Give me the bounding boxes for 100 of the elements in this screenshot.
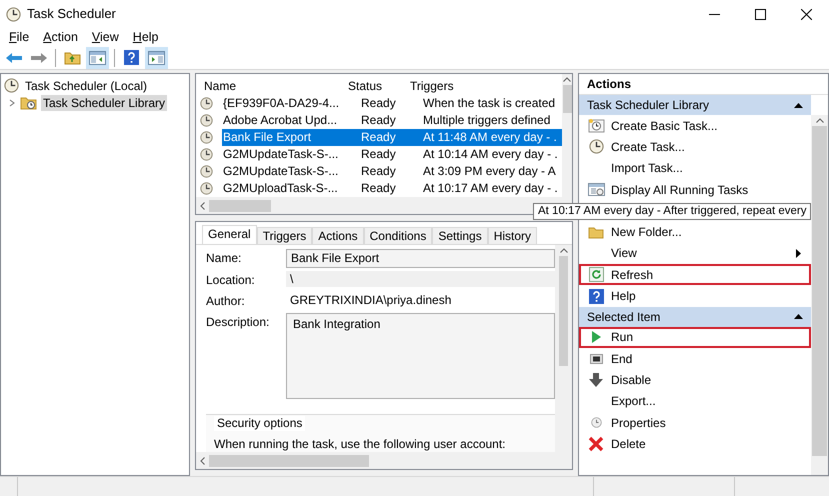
field-label: Author: (206, 293, 246, 310)
scrollbar-thumb[interactable] (812, 126, 827, 456)
scroll-up-icon[interactable] (816, 118, 824, 123)
vertical-scrollbar[interactable] (555, 245, 572, 452)
task-list-icon (588, 183, 604, 196)
vertical-scrollbar[interactable] (562, 74, 572, 197)
name-field[interactable]: Bank File Export (286, 249, 555, 268)
status-cell[interactable]: Ready (360, 146, 422, 163)
toolbar-button[interactable] (86, 46, 109, 68)
task-name-cell[interactable]: G2MUpdateTask-S-... (222, 146, 360, 163)
scrollbar-thumb[interactable] (209, 454, 369, 466)
command-link[interactable]: Delete (579, 433, 811, 454)
help-icon (124, 50, 139, 65)
command-link[interactable]: Run (579, 326, 811, 348)
clock-icon (200, 114, 213, 127)
forward-arrow-icon (30, 52, 48, 64)
command-link[interactable]: Export... (579, 390, 811, 412)
tab[interactable]: Actions (312, 227, 364, 244)
trigger-cell[interactable]: At 3:09 PM every day - A (422, 163, 562, 180)
trigger-cell[interactable]: At 10:14 AM every day - . (422, 146, 562, 163)
folder-icon (64, 50, 81, 65)
command-link[interactable]: Help (579, 285, 811, 307)
scrollbar-thumb[interactable] (559, 256, 568, 366)
help-icon (588, 288, 604, 304)
maximize-icon (754, 8, 766, 20)
command-link[interactable]: New Folder... (579, 221, 811, 243)
tab[interactable]: History (488, 227, 538, 244)
description-field[interactable]: Bank Integration (286, 313, 555, 399)
status-cell[interactable]: Ready (360, 163, 422, 180)
expand-chevron-icon[interactable] (8, 98, 16, 106)
scroll-left-icon[interactable] (200, 456, 205, 464)
tree-item[interactable]: Task Scheduler Library (41, 94, 168, 110)
command-link[interactable]: Display All Running Tasks (579, 178, 811, 200)
tooltip: At 10:17 AM every day - After triggered, repeat every (533, 203, 812, 220)
group-header[interactable]: Task Scheduler Library (579, 95, 811, 115)
scroll-up-icon[interactable] (563, 77, 571, 82)
toolbar-button[interactable] (145, 46, 168, 68)
clock-icon (590, 417, 602, 428)
refresh-icon (588, 267, 604, 282)
trigger-cell[interactable]: At 11:48 AM every day - . (422, 129, 562, 146)
task-name-cell[interactable]: Bank File Export (222, 129, 360, 146)
status-cell[interactable]: Ready (360, 112, 422, 129)
scrollbar-thumb[interactable] (562, 85, 572, 113)
column-header[interactable]: Triggers (410, 76, 558, 94)
delete-icon (588, 436, 604, 452)
trigger-cell[interactable]: At 10:17 AM every day - . (422, 180, 562, 197)
group-legend: Security options (214, 416, 306, 431)
security-text: When running the task, use the following user account: (214, 437, 507, 452)
status-cell[interactable]: Ready (360, 129, 422, 146)
folder-clock-icon (20, 95, 37, 110)
scroll-left-icon[interactable] (200, 202, 205, 210)
column-header[interactable]: Status (348, 76, 410, 94)
trigger-cell[interactable]: When the task is created (422, 95, 562, 112)
clock-icon (200, 97, 213, 110)
scroll-up-icon[interactable] (560, 248, 568, 253)
menu-item[interactable]: Action (36, 28, 85, 46)
task-name-cell[interactable]: G2MUpdateTask-S-... (222, 163, 360, 180)
group-header[interactable]: Selected Item (579, 306, 811, 327)
command-link[interactable]: View (579, 242, 811, 264)
scrollbar-thumb[interactable] (209, 200, 271, 212)
play-icon (591, 331, 601, 344)
menu-item[interactable]: Help (126, 28, 166, 46)
clock-icon (200, 182, 213, 195)
task-wizard-icon (588, 118, 604, 134)
clock-icon (6, 6, 21, 22)
tree-item[interactable]: Task Scheduler (Local) (23, 78, 150, 94)
menu-item[interactable]: View (84, 28, 126, 46)
close-icon (800, 8, 812, 20)
command-link[interactable]: End (579, 348, 811, 370)
field-value: GREYTRIXINDIA\priya.dinesh (289, 292, 452, 308)
tab[interactable]: General (202, 225, 257, 244)
task-name-cell[interactable]: G2MUploadTask-S-... (222, 180, 360, 197)
task-name-cell[interactable]: {EF939F0A-DA29-4... (222, 95, 360, 112)
status-cell[interactable]: Ready (360, 180, 422, 197)
field-value: \ (286, 271, 555, 287)
command-link[interactable]: Create Basic Task... (579, 115, 811, 136)
trigger-cell[interactable]: Multiple triggers defined (422, 112, 562, 129)
pane-icon (148, 50, 165, 64)
column-header[interactable]: Name (204, 76, 348, 94)
folder-icon (588, 226, 604, 239)
command-link[interactable]: Refresh (579, 264, 811, 286)
tab[interactable]: Triggers (256, 227, 312, 244)
horizontal-scrollbar[interactable] (196, 452, 572, 469)
command-link[interactable]: Import Task... (579, 158, 811, 179)
vertical-scrollbar[interactable] (811, 115, 828, 475)
stop-icon (590, 354, 602, 364)
field-label: Location: (206, 272, 256, 289)
tab[interactable]: Conditions (364, 227, 432, 244)
command-link[interactable]: Create Task... (579, 136, 811, 158)
clock-icon (4, 78, 19, 93)
command-link[interactable]: Properties (579, 412, 811, 434)
tab[interactable]: Settings (432, 227, 488, 244)
field-label: Name: (206, 250, 242, 267)
status-cell[interactable]: Ready (360, 95, 422, 112)
task-name-cell[interactable]: Adobe Acrobat Upd... (222, 112, 360, 129)
back-arrow-icon (4, 52, 22, 64)
clock-icon (588, 139, 604, 154)
command-link[interactable]: Disable (579, 369, 811, 391)
window-title: Task Scheduler (27, 5, 116, 24)
menu-item[interactable]: File (2, 28, 36, 46)
